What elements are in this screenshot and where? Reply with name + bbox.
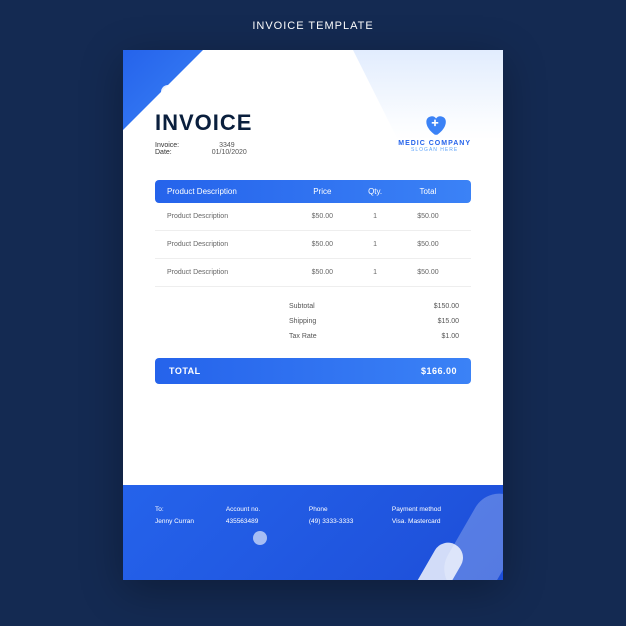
cell-price: $50.00: [291, 269, 353, 276]
date-label: Date:: [155, 149, 172, 156]
header-left: INVOICE Invoice: 3349 Date: 01/10/2020: [155, 110, 252, 156]
to-value: Jenny Curran: [155, 517, 216, 527]
medical-heart-icon: [422, 112, 448, 138]
col-qty: Qty.: [353, 187, 396, 196]
invoice-title: INVOICE: [155, 110, 252, 136]
subtotal-value: $150.00: [434, 303, 459, 310]
account-value: 435563489: [226, 517, 299, 527]
cell-desc: Product Description: [167, 213, 291, 220]
invoice-date-row: Date: 01/10/2020: [155, 149, 252, 156]
subtotal-label: Subtotal: [289, 303, 315, 310]
footer-dot-decoration: [253, 531, 267, 545]
tax-value: $1.00: [441, 333, 459, 340]
company-name: MEDIC COMPANY: [398, 140, 471, 147]
cell-total: $50.00: [397, 241, 459, 248]
phone-value: (49) 3333-3333: [309, 517, 382, 527]
tax-row: Tax Rate $1.00: [289, 329, 459, 344]
table-row: Product Description $50.00 1 $50.00: [155, 231, 471, 259]
date-value: 01/10/2020: [212, 149, 247, 156]
footer-to: To: Jenny Curran: [155, 505, 216, 560]
table-row: Product Description $50.00 1 $50.00: [155, 259, 471, 287]
invoice-number-row: Invoice: 3349: [155, 142, 252, 149]
total-label: TOTAL: [169, 366, 201, 376]
account-label: Account no.: [226, 505, 299, 515]
cell-qty: 1: [353, 241, 396, 248]
table-header: Product Description Price Qty. Total: [155, 180, 471, 203]
payment-label: Payment method: [392, 505, 471, 515]
shipping-label: Shipping: [289, 318, 316, 325]
to-label: To:: [155, 505, 216, 515]
col-price: Price: [291, 187, 353, 196]
subtotals-block: Subtotal $150.00 Shipping $15.00 Tax Rat…: [289, 299, 459, 344]
payment-value: Visa. Mastercard: [392, 517, 471, 527]
dot-decoration: [161, 85, 175, 99]
cell-price: $50.00: [291, 213, 353, 220]
subtotal-row: Subtotal $150.00: [289, 299, 459, 314]
invoice-document: INVOICE Invoice: 3349 Date: 01/10/2020 M…: [123, 50, 503, 580]
col-total: Total: [397, 187, 459, 196]
total-value: $166.00: [421, 366, 457, 376]
invoice-no-value: 3349: [219, 142, 235, 149]
tax-label: Tax Rate: [289, 333, 317, 340]
col-description: Product Description: [167, 187, 291, 196]
cell-desc: Product Description: [167, 241, 291, 248]
page-title: INVOICE TEMPLATE: [252, 20, 373, 32]
cell-qty: 1: [353, 213, 396, 220]
line-items-table: Product Description Price Qty. Total Pro…: [155, 180, 471, 287]
company-slogan: SLOGAN HERE: [398, 147, 471, 153]
invoice-no-label: Invoice:: [155, 142, 179, 149]
cell-desc: Product Description: [167, 269, 291, 276]
cell-total: $50.00: [397, 213, 459, 220]
shipping-row: Shipping $15.00: [289, 314, 459, 329]
phone-label: Phone: [309, 505, 382, 515]
shipping-value: $15.00: [438, 318, 459, 325]
cell-total: $50.00: [397, 269, 459, 276]
cell-price: $50.00: [291, 241, 353, 248]
cell-qty: 1: [353, 269, 396, 276]
footer-phone: Phone (49) 3333-3333: [309, 505, 382, 560]
table-row: Product Description $50.00 1 $50.00: [155, 203, 471, 231]
invoice-footer: To: Jenny Curran Account no. 435563489 P…: [123, 485, 503, 580]
total-bar: TOTAL $166.00: [155, 358, 471, 384]
